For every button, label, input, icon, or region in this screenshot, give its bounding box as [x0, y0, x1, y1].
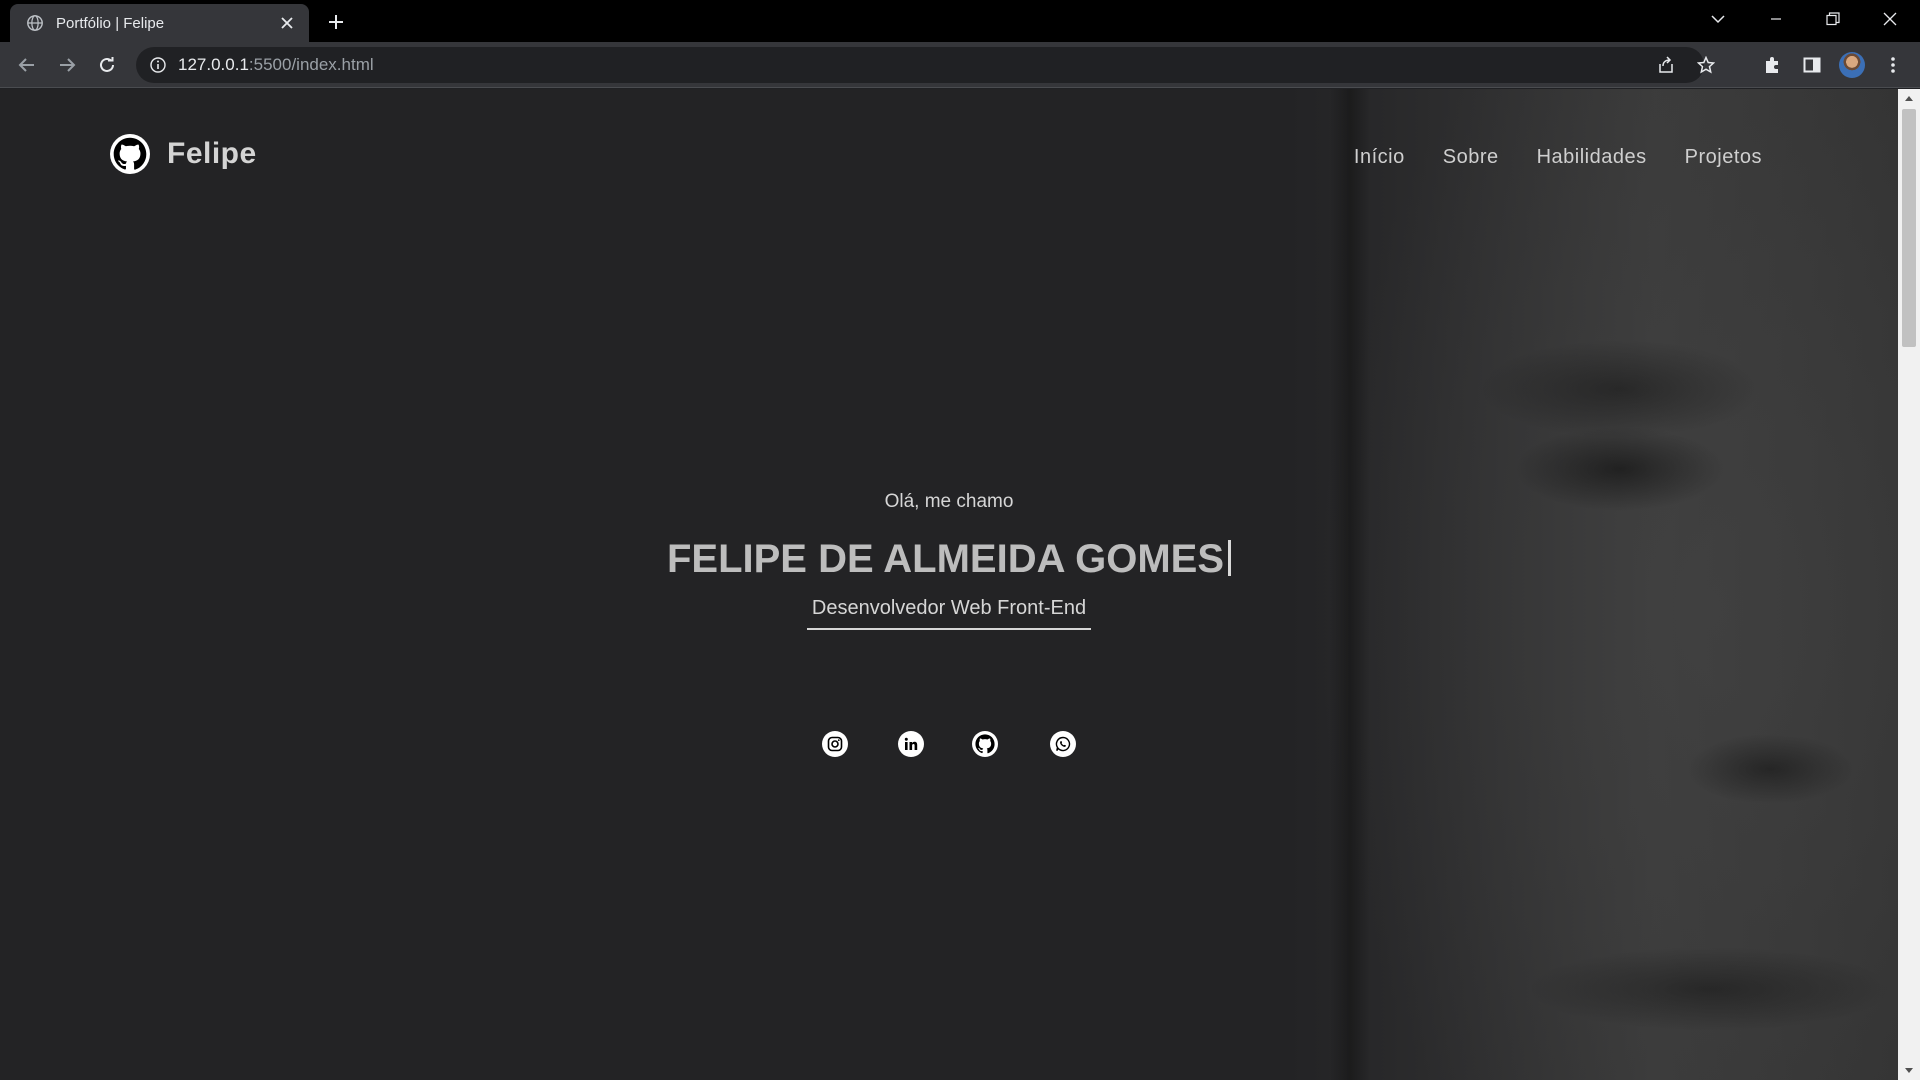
social-links — [0, 731, 1898, 757]
close-window-icon — [1883, 12, 1897, 26]
minimize-icon — [1771, 18, 1781, 20]
reload-icon — [100, 57, 114, 72]
minimize-button[interactable] — [1748, 0, 1804, 38]
url-path: :5500/index.html — [248, 55, 374, 74]
tab-search-button[interactable] — [1690, 0, 1746, 38]
hero-greeting: Olá, me chamo — [884, 491, 1014, 512]
chevron-down-icon — [1711, 15, 1725, 24]
address-bar[interactable]: 127.0.0.1:5500/index.html — [136, 47, 1715, 83]
url-text[interactable]: 127.0.0.1:5500/index.html — [178, 55, 374, 75]
side-panel-icon[interactable] — [1797, 50, 1827, 80]
linkedin-icon[interactable] — [898, 731, 924, 757]
hero-role-wrap: Desenvolvedor Web Front-End — [0, 597, 1898, 630]
new-tab-button[interactable] — [322, 8, 350, 36]
profile-avatar[interactable] — [1839, 52, 1865, 78]
browser-toolbar: 127.0.0.1:5500/index.html — [0, 42, 1920, 88]
hero-section: Olá, me chamo FELIPE DE ALMEIDA GOMES De… — [0, 89, 1898, 1080]
typing-caret — [1228, 540, 1232, 576]
restore-icon — [1826, 12, 1840, 26]
instagram-icon[interactable] — [822, 731, 848, 757]
extensions-icon[interactable] — [1757, 50, 1787, 80]
browser-tab[interactable]: Portfólio | Felipe — [10, 4, 309, 42]
share-icon[interactable] — [1655, 54, 1677, 76]
forward-button[interactable] — [52, 50, 82, 80]
tab-strip: Portfólio | Felipe — [0, 0, 1920, 42]
scroll-down-arrow-icon[interactable] — [1898, 1062, 1920, 1080]
info-icon[interactable] — [150, 57, 166, 73]
close-window-button[interactable] — [1862, 0, 1918, 38]
back-arrow-icon — [18, 58, 34, 72]
globe-icon — [27, 15, 43, 31]
plus-icon — [329, 15, 343, 29]
scroll-up-arrow-icon[interactable] — [1898, 89, 1920, 107]
close-icon[interactable] — [277, 13, 297, 33]
hero-role: Desenvolvedor Web Front-End — [806, 597, 1092, 630]
more-menu-icon[interactable] — [1878, 50, 1908, 80]
back-button[interactable] — [12, 50, 42, 80]
hero-name-text: FELIPE DE ALMEIDA GOMES — [666, 537, 1225, 581]
tab-title: Portfólio | Felipe — [56, 14, 165, 32]
hero-name-heading: FELIPE DE ALMEIDA GOMES — [0, 537, 1898, 582]
scrollbar-thumb[interactable] — [1902, 109, 1916, 347]
url-host: 127.0.0.1 — [178, 55, 249, 74]
forward-arrow-icon — [60, 58, 76, 72]
star-icon[interactable] — [1695, 54, 1717, 76]
restore-button[interactable] — [1805, 0, 1861, 38]
vertical-scrollbar[interactable] — [1898, 89, 1920, 1080]
whatsapp-icon[interactable] — [1050, 731, 1076, 757]
github-icon[interactable] — [972, 731, 998, 757]
page-viewport: Felipe Início Sobre Habilidades Projetos… — [0, 89, 1898, 1080]
reload-button[interactable] — [92, 50, 122, 80]
